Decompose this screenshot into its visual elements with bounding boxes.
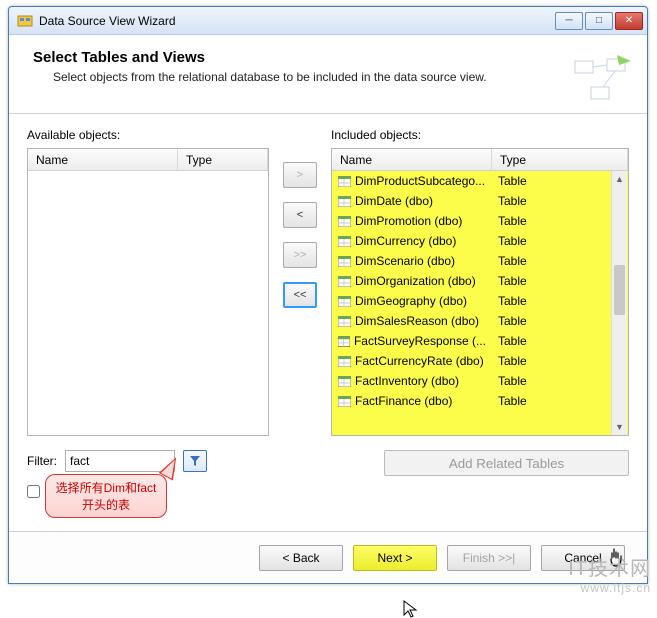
table-row[interactable]: DimCurrency (dbo)Table (332, 231, 628, 251)
close-button[interactable]: ✕ (615, 12, 643, 30)
add-all-button[interactable]: >> (283, 242, 317, 268)
table-row[interactable]: FactFinance (dbo)Table (332, 391, 628, 411)
scroll-up-icon[interactable]: ▲ (612, 171, 627, 187)
titlebar[interactable]: Data Source View Wizard ─ □ ✕ (9, 7, 647, 35)
cursor-arrow-icon (403, 600, 419, 618)
table-row[interactable]: DimPromotion (dbo)Table (332, 211, 628, 231)
table-row[interactable]: FactSurveyResponse (...Table (332, 331, 628, 351)
callout-text: 选择所有Dim和fact开头的表 (45, 474, 167, 518)
finish-button[interactable]: Finish >>| (447, 545, 531, 571)
header-illustration-icon (569, 53, 633, 109)
maximize-button[interactable]: □ (585, 12, 613, 30)
available-label: Available objects: (27, 128, 269, 142)
available-header: Name Type (28, 149, 268, 171)
app-icon (17, 13, 33, 29)
table-row[interactable]: FactInventory (dbo)Table (332, 371, 628, 391)
scroll-down-icon[interactable]: ▼ (612, 419, 627, 435)
minimize-button[interactable]: ─ (555, 12, 583, 30)
remove-all-button[interactable]: << (283, 282, 317, 308)
cursor-hand-icon (607, 547, 625, 569)
table-row[interactable]: DimSalesReason (dbo)Table (332, 311, 628, 331)
window-title: Data Source View Wizard (39, 14, 549, 28)
back-button[interactable]: < Back (259, 545, 343, 571)
wizard-body: Available objects: Name Type > < >> << I… (9, 113, 647, 498)
page-subtitle: Select objects from the relational datab… (33, 70, 627, 84)
add-button[interactable]: > (283, 162, 317, 188)
available-body[interactable] (28, 171, 268, 435)
wizard-footer: < Back Next > Finish >>| Cancel (9, 531, 647, 583)
table-row[interactable]: DimOrganization (dbo)Table (332, 271, 628, 291)
table-row[interactable]: DimProductSubcatego...Table (332, 171, 628, 191)
wizard-window: Data Source View Wizard ─ □ ✕ Select Tab… (8, 6, 648, 584)
included-col-type[interactable]: Type (492, 149, 628, 170)
show-system-checkbox[interactable] (27, 485, 40, 498)
table-row[interactable]: DimDate (dbo)Table (332, 191, 628, 211)
table-row[interactable]: FactCurrencyRate (dbo)Table (332, 351, 628, 371)
remove-button[interactable]: < (283, 202, 317, 228)
included-col-name[interactable]: Name (332, 149, 492, 170)
filter-apply-button[interactable] (183, 450, 207, 472)
page-title: Select Tables and Views (33, 49, 627, 66)
add-related-tables-button[interactable]: Add Related Tables (384, 450, 629, 476)
included-label: Included objects: (331, 128, 629, 142)
available-list[interactable]: Name Type (27, 148, 269, 436)
funnel-icon (189, 455, 201, 467)
scrollbar[interactable]: ▲ ▼ (611, 171, 627, 435)
available-col-name[interactable]: Name (28, 149, 178, 170)
wizard-header: Select Tables and Views Select objects f… (9, 35, 647, 113)
next-button[interactable]: Next > (353, 545, 437, 571)
included-list[interactable]: Name Type DimProductSubcatego...TableDim… (331, 148, 629, 436)
included-body[interactable]: DimProductSubcatego...TableDimDate (dbo)… (332, 171, 628, 435)
annotation-callout: 选择所有Dim和fact开头的表 (45, 456, 185, 518)
available-col-type[interactable]: Type (178, 149, 268, 170)
table-row[interactable]: DimGeography (dbo)Table (332, 291, 628, 311)
scroll-thumb[interactable] (614, 265, 625, 315)
table-row[interactable]: DimScenario (dbo)Table (332, 251, 628, 271)
